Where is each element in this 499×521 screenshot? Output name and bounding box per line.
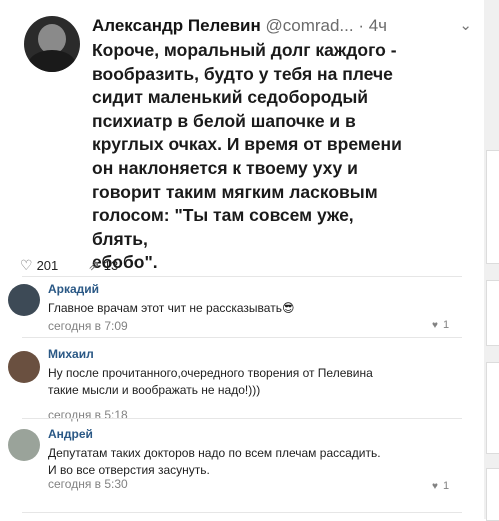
heart-icon: ♡ [20, 257, 33, 273]
comment-like-button[interactable]: ♥ 1 [432, 319, 449, 331]
comment-avatar[interactable] [8, 429, 40, 461]
comment-text: Главное врачам этот чит не рассказывать😎 [48, 301, 295, 315]
comment-time[interactable]: сегодня в 7:09 [48, 319, 128, 333]
comment-time[interactable]: сегодня в 5:18 [48, 408, 128, 422]
tweet-header: Александр Пелевин @comrad... · 4ч ⌄ [92, 16, 472, 38]
tweet-card: Александр Пелевин @comrad... · 4ч ⌄ Коро… [0, 0, 472, 274]
comment-time[interactable]: сегодня в 5:30 [48, 477, 128, 491]
tweet-time[interactable]: · 4ч [358, 16, 387, 35]
avatar-body-shape [28, 50, 76, 72]
divider [22, 276, 462, 277]
author-handle[interactable]: @comrad... [265, 16, 353, 35]
comment-item: Андрей Депутатам таких докторов надо по … [0, 425, 470, 505]
side-card [486, 150, 499, 264]
comment-item: Аркадий Главное врачам этот чит не расск… [0, 282, 470, 344]
like-count: 201 [36, 258, 59, 273]
comment-text: Ну после прочитанного,очередного творени… [48, 366, 373, 397]
comment-author[interactable]: Андрей [48, 427, 93, 441]
divider [22, 512, 462, 513]
heart-icon: ♥ [432, 320, 438, 331]
tweet-text: Короче, моральный долг каждого - вообраз… [92, 40, 402, 273]
comment-author[interactable]: Михаил [48, 347, 94, 361]
author-avatar[interactable] [24, 16, 80, 72]
comment-text: Депутатам таких докторов надо по всем пл… [48, 446, 381, 477]
side-card [486, 280, 499, 346]
side-card [486, 468, 499, 521]
comment-like-button[interactable]: ♥ 1 [432, 480, 449, 492]
divider [22, 337, 462, 338]
author-name[interactable]: Александр Пелевин [92, 16, 261, 35]
share-icon: ⇗ [88, 257, 100, 273]
comment-author[interactable]: Аркадий [48, 282, 99, 296]
comment-like-count: 1 [442, 480, 450, 492]
divider [22, 418, 462, 419]
comment-like-count: 1 [442, 319, 450, 331]
comment-avatar[interactable] [8, 284, 40, 316]
retweet-count: 13 [103, 258, 119, 273]
side-card [486, 362, 499, 454]
comment-item: Михаил Ну после прочитанного,очередного … [0, 345, 470, 423]
retweet-button[interactable]: ⇗ 13 [88, 257, 118, 274]
heart-icon: ♥ [432, 481, 438, 492]
chevron-down-icon[interactable]: ⌄ [459, 16, 472, 34]
comment-avatar[interactable] [8, 351, 40, 383]
like-button[interactable]: ♡ 201 [20, 257, 58, 274]
